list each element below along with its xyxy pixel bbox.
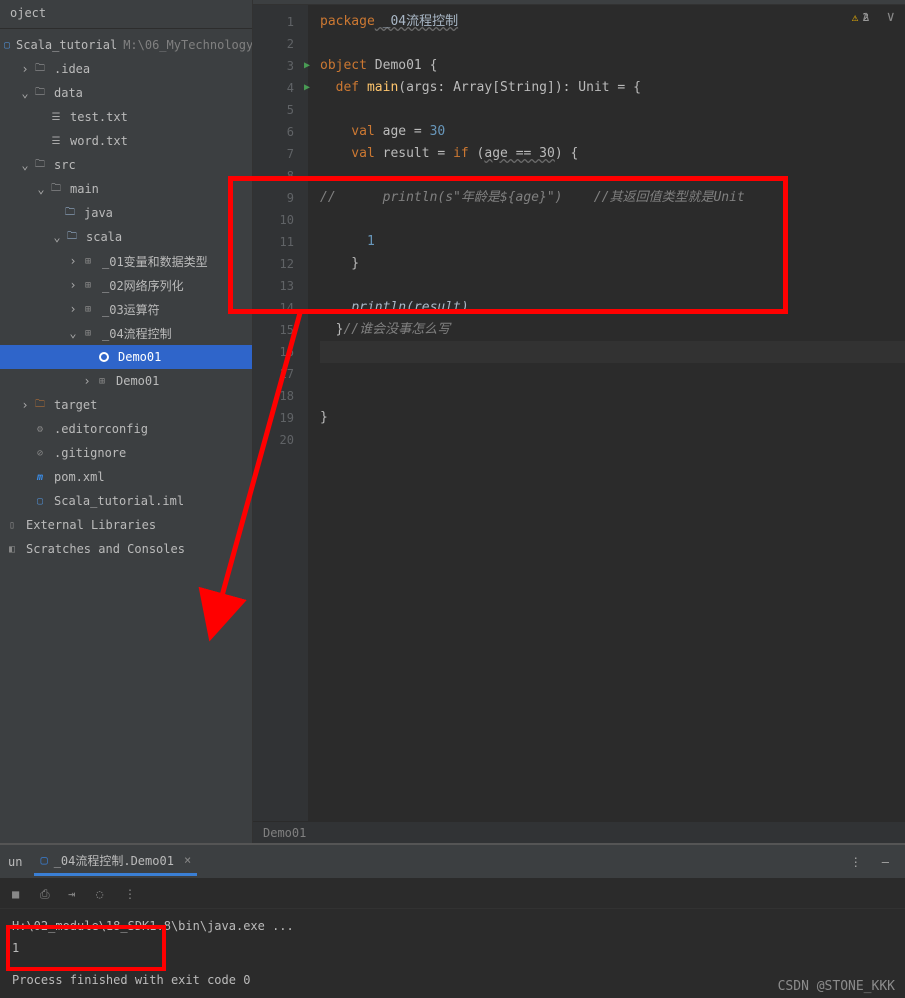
gear-icon: ⚙	[32, 421, 48, 437]
close-icon[interactable]: ×	[184, 853, 191, 867]
chevron-down-icon: ⌄	[18, 158, 32, 172]
chevron-right-icon: ›	[66, 278, 80, 292]
chevron-right-icon: ›	[80, 374, 94, 388]
tree-file[interactable]: ▢Scala_tutorial.iml	[0, 489, 252, 513]
chevron-down-icon: ⌄	[34, 182, 48, 196]
folder-icon: 🗀	[48, 181, 64, 197]
tree-folder-java[interactable]: 🗀java	[0, 201, 252, 225]
output-line: 1	[12, 937, 893, 959]
package-icon: ⊞	[94, 373, 110, 389]
tree-file[interactable]: ☰word.txt	[0, 129, 252, 153]
source-folder-icon: 🗀	[64, 229, 80, 245]
watermark: CSDN @STONE_KKK	[778, 979, 895, 994]
tree-file[interactable]: ⊘.gitignore	[0, 441, 252, 465]
chevron-down-icon: ⌄	[18, 86, 32, 100]
source-folder-icon: 🗀	[62, 205, 78, 221]
output-line: Process finished with exit code 0	[12, 969, 893, 991]
nav-arrows[interactable]: ∧ ∨	[862, 9, 899, 25]
tree-folder-data[interactable]: ⌄🗀data	[0, 81, 252, 105]
tree-item-demo01[interactable]: ›⊞Demo01	[0, 369, 252, 393]
package-icon: ⊞	[80, 253, 96, 269]
editor-area: 1234 5678 9101112 13141516 17181920 pack…	[253, 0, 905, 843]
tree-file[interactable]: ☰test.txt	[0, 105, 252, 129]
restart-icon[interactable]: ◌	[96, 887, 110, 901]
tree-folder-scala[interactable]: ⌄🗀scala	[0, 225, 252, 249]
more-icon[interactable]: ⋮	[124, 887, 138, 901]
more-icon[interactable]: ⋮	[850, 855, 862, 869]
target-folder-icon: 🗀	[32, 397, 48, 413]
tree-project-root[interactable]: ▢ Scala_tutorial M:\06_MyTechnology\	[0, 33, 252, 57]
libraries-icon: ▯	[4, 517, 20, 533]
chevron-right-icon: ›	[66, 302, 80, 316]
tree-file[interactable]: ⚙.editorconfig	[0, 417, 252, 441]
exit-icon[interactable]: ⇥	[68, 887, 82, 901]
editor-gutter[interactable]: 1234 5678 9101112 13141516 17181920	[253, 5, 308, 821]
tree-scratches[interactable]: ◧Scratches and Consoles	[0, 537, 252, 561]
run-panel: un ▢ _04流程控制.Demo01 × ⋮ — ■ ⎙ ⇥ ◌ ⋮ H:\0…	[0, 843, 905, 998]
tree-package[interactable]: ›⊞_01变量和数据类型	[0, 249, 252, 273]
tree-package[interactable]: ›⊞_02网络序列化	[0, 273, 252, 297]
code-editor[interactable]: package _04流程控制 object Demo01 { def main…	[308, 5, 905, 821]
file-icon: ☰	[48, 133, 64, 149]
project-header: oject	[0, 0, 252, 29]
module-icon: ▢	[4, 37, 10, 53]
stop-button[interactable]: ■	[12, 887, 26, 901]
folder-icon: 🗀	[32, 61, 48, 77]
chevron-down-icon: ⌄	[50, 230, 64, 244]
run-toolbar: ■ ⎙ ⇥ ◌ ⋮	[0, 879, 905, 909]
tree-folder-src[interactable]: ⌄🗀src	[0, 153, 252, 177]
object-icon	[96, 349, 112, 365]
screenshot-icon[interactable]: ⎙	[40, 887, 54, 901]
tree-label: Scala_tutorial	[16, 38, 117, 52]
run-config-icon: ▢	[40, 853, 47, 867]
tree-package[interactable]: ⌄⊞_04流程控制	[0, 321, 252, 345]
package-icon: ⊞	[80, 277, 96, 293]
folder-icon: 🗀	[32, 85, 48, 101]
output-line: H:\02_module\18_SDK1.8\bin\java.exe ...	[12, 915, 893, 937]
tree-item-demo01-current[interactable]: Demo01	[0, 345, 252, 369]
warning-icon: ⚠	[852, 11, 859, 24]
chevron-right-icon: ›	[18, 398, 32, 412]
chevron-right-icon: ›	[18, 62, 32, 76]
tree-external-libraries[interactable]: ▯External Libraries	[0, 513, 252, 537]
tree-folder-target[interactable]: ›🗀target	[0, 393, 252, 417]
tree-folder-main[interactable]: ⌄🗀main	[0, 177, 252, 201]
package-icon: ⊞	[80, 325, 96, 341]
gitignore-icon: ⊘	[32, 445, 48, 461]
minimize-icon[interactable]: —	[882, 855, 889, 869]
tree-package[interactable]: ›⊞_03运算符	[0, 297, 252, 321]
file-icon: ☰	[48, 109, 64, 125]
tree-path: M:\06_MyTechnology\	[123, 38, 252, 52]
module-icon: ▢	[32, 493, 48, 509]
package-icon: ⊞	[80, 301, 96, 317]
tree-file[interactable]: mpom.xml	[0, 465, 252, 489]
folder-icon: 🗀	[32, 157, 48, 173]
chevron-down-icon: ⌄	[66, 326, 80, 340]
project-tree[interactable]: ▢ Scala_tutorial M:\06_MyTechnology\ ›🗀.…	[0, 29, 252, 561]
run-output[interactable]: H:\02_module\18_SDK1.8\bin\java.exe ... …	[0, 909, 905, 997]
chevron-right-icon: ›	[66, 254, 80, 268]
breadcrumb[interactable]: Demo01	[253, 821, 905, 843]
run-toolwindow-label[interactable]: un	[8, 855, 22, 869]
tree-folder-idea[interactable]: ›🗀.idea	[0, 57, 252, 81]
maven-icon: m	[32, 469, 48, 485]
scratches-icon: ◧	[4, 541, 20, 557]
run-tab-active[interactable]: ▢ _04流程控制.Demo01 ×	[34, 848, 197, 876]
